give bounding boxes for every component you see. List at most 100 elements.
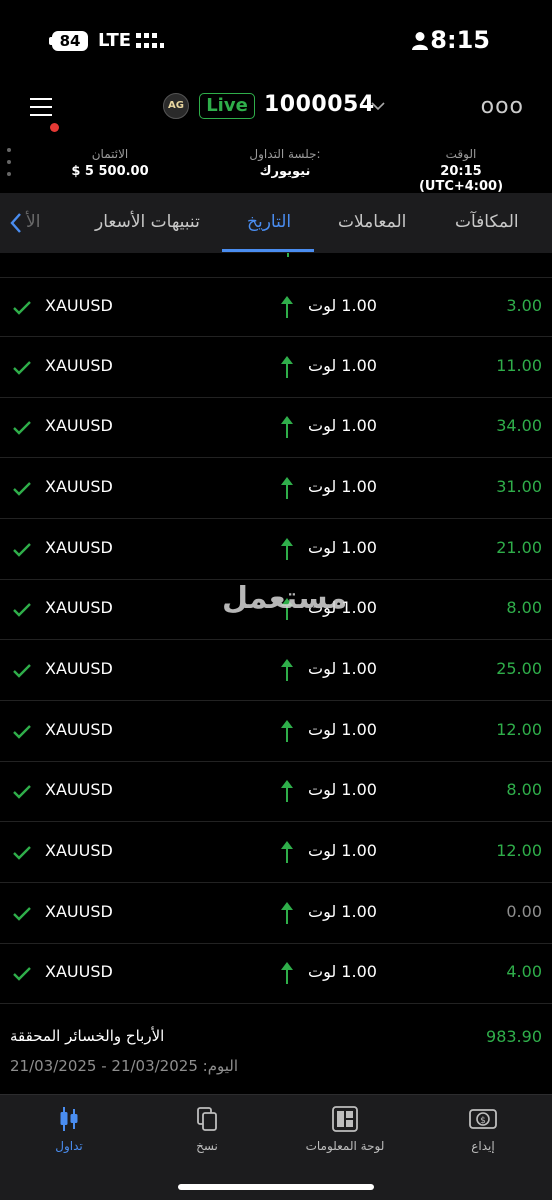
- check-icon: [13, 543, 31, 557]
- arrow-up-icon: [281, 902, 293, 924]
- session-value: نيويورك: [259, 164, 311, 179]
- check-icon: [13, 421, 31, 435]
- trade-pnl: 31.00: [496, 477, 542, 496]
- tab-rewards[interactable]: المكافآت: [455, 193, 519, 253]
- check-icon: [13, 967, 31, 981]
- clock: 8:15: [430, 26, 490, 54]
- trade-symbol: XAUUSD: [45, 477, 113, 496]
- arrow-up-icon: [281, 780, 293, 802]
- session-label: جلسة التداول:: [249, 147, 321, 161]
- deposit-icon: $: [469, 1109, 497, 1129]
- check-icon: [13, 907, 31, 921]
- trade-history-list[interactable]: XAUUSD 1.00 لوت 3.00 XAUUSD 1.00 لوت 11.…: [0, 253, 552, 1006]
- nav-deposit[interactable]: $ إيداع: [414, 1105, 552, 1153]
- broker-logo: AG: [163, 93, 189, 119]
- trade-row[interactable]: XAUUSD 1.00 لوت 12.00: [0, 823, 552, 883]
- trade-row[interactable]: XAUUSD 1.00 لوت 0.00: [0, 884, 552, 944]
- trade-pnl: 21.00: [496, 538, 542, 557]
- trade-lots: 1.00 لوت: [308, 902, 377, 921]
- nav-dashboard[interactable]: لوحة المعلومات: [276, 1105, 414, 1153]
- home-indicator[interactable]: [178, 1184, 374, 1190]
- battery-indicator: 84: [52, 31, 88, 51]
- realized-pnl-label: الأرباح والخسائر المحققة: [10, 1027, 165, 1045]
- trade-row[interactable]: XAUUSD 1.00 لوت 25.00: [0, 641, 552, 701]
- drag-handle-icon[interactable]: [7, 148, 11, 180]
- check-icon: [13, 301, 31, 315]
- check-icon: [13, 603, 31, 617]
- trade-pnl: 4.00: [506, 962, 542, 981]
- trade-symbol: XAUUSD: [45, 416, 113, 435]
- trade-lots: 1.00 لوت: [308, 841, 377, 860]
- time-info: الوقت 20:15 (UTC+4:00): [398, 147, 524, 194]
- menu-button[interactable]: [30, 96, 59, 132]
- credit-value: $ 5 500.00: [71, 164, 149, 179]
- trade-pnl: 25.00: [496, 659, 542, 678]
- trade-lots: 1.00 لوت: [308, 477, 377, 496]
- signal-icon: [136, 33, 164, 48]
- tab-price-alerts[interactable]: تنبيهات الأسعار: [95, 193, 200, 253]
- trade-pnl: 34.00: [496, 416, 542, 435]
- arrow-up-icon: [281, 477, 293, 499]
- candlestick-icon: [60, 1107, 78, 1131]
- copy-icon: [197, 1107, 217, 1131]
- trade-symbol: XAUUSD: [45, 780, 113, 799]
- chevron-down-icon[interactable]: [370, 98, 386, 114]
- time-label: الوقت: [445, 147, 477, 161]
- active-tab-indicator: [222, 249, 314, 252]
- trade-row[interactable]: XAUUSD 1.00 لوت 8.00: [0, 762, 552, 822]
- chevron-left-icon[interactable]: [8, 212, 24, 234]
- trade-symbol: XAUUSD: [45, 659, 113, 678]
- trade-symbol: XAUUSD: [45, 296, 113, 315]
- trade-row[interactable]: XAUUSD 1.00 لوت 21.00: [0, 520, 552, 580]
- check-icon: [13, 482, 31, 496]
- arrow-up-icon: [281, 416, 293, 438]
- check-icon: [13, 785, 31, 799]
- trade-symbol: XAUUSD: [45, 538, 113, 557]
- person-icon: [412, 32, 428, 50]
- tab-overflow-partial[interactable]: الأ: [26, 193, 40, 253]
- nav-copy[interactable]: نسخ: [138, 1105, 276, 1153]
- account-number[interactable]: 1000054: [264, 92, 375, 117]
- trade-pnl: 3.00: [506, 296, 542, 315]
- trade-lots: 1.00 لوت: [308, 720, 377, 739]
- trade-lots: 1.00 لوت: [308, 296, 377, 315]
- trade-row[interactable]: XAUUSD 1.00 لوت 12.00: [0, 702, 552, 762]
- trade-lots: 1.00 لوت: [308, 416, 377, 435]
- check-icon: [13, 725, 31, 739]
- check-icon: [13, 361, 31, 375]
- trade-row[interactable]: XAUUSD 1.00 لوت 4.00: [0, 944, 552, 1004]
- arrow-up-icon: [287, 253, 289, 257]
- trade-row[interactable]: XAUUSD 1.00 لوت 3.00: [0, 277, 552, 337]
- arrow-up-icon: [281, 538, 293, 560]
- date-range[interactable]: 21/03/2025 - 21/03/2025 :اليوم: [10, 1057, 238, 1075]
- trade-row[interactable]: XAUUSD 1.00 لوت 31.00: [0, 459, 552, 519]
- check-icon: [13, 846, 31, 860]
- watermark-text: مستعمل: [222, 581, 348, 616]
- credit-info: الائتمان $ 5 500.00: [70, 147, 150, 179]
- trade-pnl: 8.00: [506, 780, 542, 799]
- trade-pnl: 12.00: [496, 841, 542, 860]
- tab-bar: الأ تنبيهات الأسعار التاريخ المعاملات ال…: [0, 193, 552, 253]
- tab-transactions[interactable]: المعاملات: [338, 193, 406, 253]
- arrow-up-icon: [281, 659, 293, 681]
- credit-label: الائتمان: [91, 147, 129, 161]
- network-type: LTE: [98, 30, 132, 51]
- nav-trade[interactable]: تداول: [0, 1105, 138, 1153]
- trade-pnl: 12.00: [496, 720, 542, 739]
- trade-lots: 1.00 لوت: [308, 780, 377, 799]
- trade-row[interactable]: XAUUSD 1.00 لوت 34.00: [0, 398, 552, 458]
- tab-history[interactable]: التاريخ: [247, 193, 291, 253]
- arrow-up-icon: [281, 296, 293, 318]
- trade-row[interactable]: XAUUSD 1.00 لوت 11.00: [0, 338, 552, 398]
- trade-lots: 1.00 لوت: [308, 538, 377, 557]
- live-badge[interactable]: Live: [199, 93, 255, 119]
- trade-pnl: 11.00: [496, 356, 542, 375]
- trade-pnl: 8.00: [506, 598, 542, 617]
- trade-symbol: XAUUSD: [45, 598, 113, 617]
- trade-lots: 1.00 لوت: [308, 659, 377, 678]
- arrow-up-icon: [281, 962, 293, 984]
- nav-deposit-label: إيداع: [471, 1139, 495, 1153]
- trade-pnl: 0.00: [506, 902, 542, 921]
- trade-symbol: XAUUSD: [45, 720, 113, 739]
- more-options-button[interactable]: ooo: [481, 94, 524, 119]
